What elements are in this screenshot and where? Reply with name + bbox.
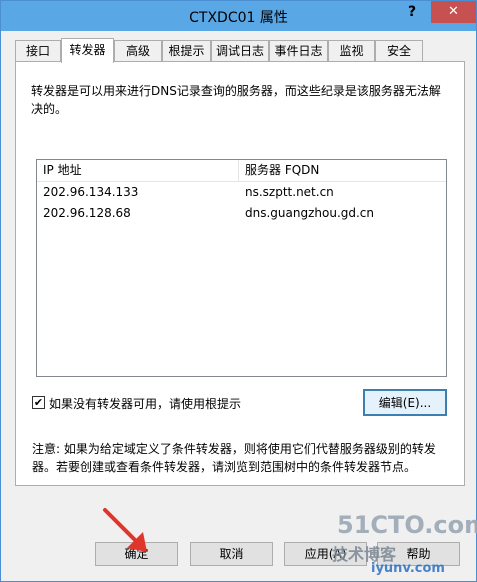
tab-security[interactable]: 安全 (375, 40, 423, 62)
list-row[interactable]: 202.96.128.68 dns.guangzhou.gd.cn (37, 203, 446, 224)
forwarders-list[interactable]: IP 地址 服务器 FQDN 202.96.134.133 ns.szptt.n… (36, 159, 447, 377)
list-row[interactable]: 202.96.134.133 ns.szptt.net.cn (37, 182, 446, 203)
forwarders-description: 转发器是可以用来进行DNS记录查询的服务器，而这些纪录是该服务器无法解决的。 (31, 84, 441, 116)
cancel-button[interactable]: 取消 (190, 542, 273, 566)
tab-root-hints[interactable]: 根提示 (162, 40, 211, 62)
forwarders-panel: 转发器是可以用来进行DNS记录查询的服务器，而这些纪录是该服务器无法解决的。 I… (15, 61, 465, 486)
column-server-fqdn[interactable]: 服务器 FQDN (239, 160, 446, 181)
watermark-url: iyunv.com (371, 561, 445, 576)
tab-debug-logging[interactable]: 调试日志 (211, 40, 269, 62)
title-bar[interactable]: CTXDC01 属性 ? ✕ (1, 1, 476, 31)
list-header: IP 地址 服务器 FQDN (37, 160, 446, 182)
annotation-arrow-icon (103, 508, 147, 552)
column-ip-address[interactable]: IP 地址 (37, 160, 239, 181)
close-button[interactable]: ✕ (431, 1, 476, 23)
properties-dialog: CTXDC01 属性 ? ✕ 接口 转发器 高级 根提示 调试日志 事件日志 监… (0, 0, 477, 582)
tab-monitoring[interactable]: 监视 (328, 40, 375, 62)
help-icon[interactable]: ? (397, 1, 427, 23)
tab-event-logging[interactable]: 事件日志 (269, 40, 328, 62)
tab-forwarders[interactable]: 转发器 (61, 38, 114, 63)
row-ip: 202.96.134.133 (43, 185, 139, 199)
use-root-hints-checkbox[interactable]: ✔ (32, 396, 45, 409)
tab-advanced[interactable]: 高级 (114, 40, 162, 62)
edit-button[interactable]: 编辑(E)... (363, 389, 447, 416)
tab-interfaces[interactable]: 接口 (15, 40, 61, 62)
row-fqdn: ns.szptt.net.cn (245, 185, 334, 199)
row-fqdn: dns.guangzhou.gd.cn (245, 206, 375, 220)
use-root-hints-label[interactable]: 如果没有转发器可用，请使用根提示 (49, 395, 241, 412)
row-ip: 202.96.128.68 (43, 206, 131, 220)
conditional-forwarders-note: 注意: 如果为给定域定义了条件转发器，则将使用它们代替服务器级别的转发器。若要创… (32, 442, 436, 474)
watermark-site: 51CTO.com (337, 511, 477, 539)
